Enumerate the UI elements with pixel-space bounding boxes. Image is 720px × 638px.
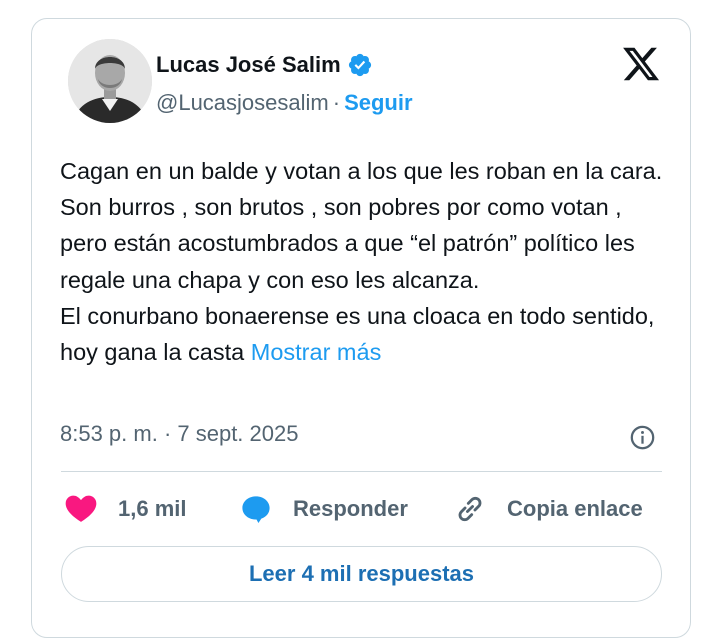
- x-logo-icon[interactable]: [620, 44, 662, 84]
- copy-link-button[interactable]: Copia enlace: [453, 491, 643, 527]
- like-count: 1,6 mil: [118, 496, 187, 521]
- heart-icon: [64, 493, 98, 525]
- avatar[interactable]: [68, 39, 152, 123]
- author-name[interactable]: Lucas José Salim: [156, 52, 373, 78]
- reply-label: Responder: [293, 496, 408, 521]
- read-replies-button[interactable]: Leer 4 mil respuestas: [61, 546, 662, 602]
- tweet-text: Cagan en un balde y votan a los que les …: [60, 153, 670, 370]
- info-icon[interactable]: [629, 424, 656, 451]
- author-handle-line: @Lucasjosesalim · Seguir: [156, 90, 413, 116]
- separator-dot: ·: [332, 90, 341, 115]
- action-bar: 1,6 mil Responder Copia enlace: [32, 491, 690, 527]
- reply-bubble-icon: [239, 493, 273, 525]
- read-replies-label: Leer 4 mil respuestas: [248, 561, 474, 586]
- divider: [61, 471, 662, 472]
- like-button[interactable]: 1,6 mil: [64, 491, 186, 527]
- link-icon: [453, 492, 487, 526]
- copy-link-label: Copia enlace: [507, 496, 643, 521]
- author-name-text: Lucas José Salim: [156, 52, 341, 77]
- show-more-link[interactable]: Mostrar más: [251, 339, 382, 365]
- tweet-timestamp[interactable]: 8:53 p. m. · 7 sept. 2025: [60, 421, 298, 447]
- tweet-card: Lucas José Salim @Lucasjosesalim · Seguir …: [31, 18, 691, 638]
- follow-button[interactable]: Seguir: [344, 90, 412, 115]
- tweet-paragraph: Cagan en un balde y votan a los que les …: [60, 158, 663, 293]
- author-handle[interactable]: @Lucasjosesalim: [156, 90, 329, 115]
- verified-badge-icon: [347, 52, 373, 78]
- tweet-paragraph-2: El conurbano bonaerense es una cloaca en…: [60, 298, 670, 370]
- reply-button[interactable]: Responder: [239, 491, 408, 527]
